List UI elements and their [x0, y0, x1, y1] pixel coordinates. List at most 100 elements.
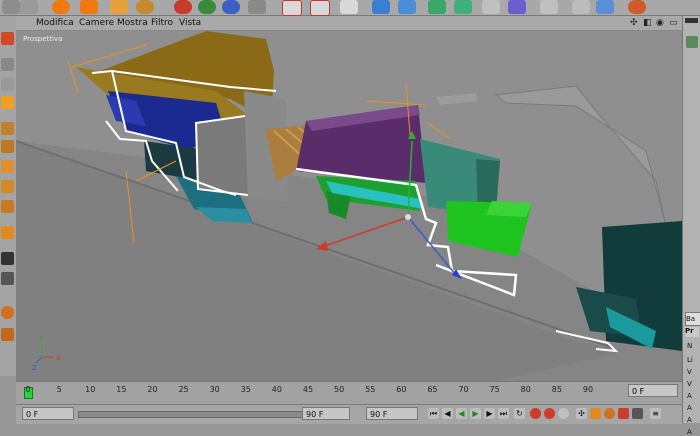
- x-axis-icon[interactable]: [174, 0, 192, 14]
- redo-icon[interactable]: [20, 0, 38, 14]
- deformer-icon[interactable]: [482, 0, 500, 14]
- camera-icon[interactable]: [540, 0, 558, 14]
- menu-camere[interactable]: Camere: [79, 18, 114, 28]
- world-coord-icon[interactable]: [248, 0, 266, 14]
- menu-filtro[interactable]: Filtro: [151, 18, 173, 28]
- z-axis-icon[interactable]: [222, 0, 240, 14]
- prop-row-1: N: [687, 342, 693, 350]
- timeline-tick-label: 65: [427, 385, 438, 394]
- prop-row-6: A: [687, 404, 692, 412]
- record-key-icon[interactable]: [530, 408, 541, 419]
- workplane-icon[interactable]: [1, 200, 14, 213]
- play-forward-icon[interactable]: ▶: [470, 408, 481, 419]
- viewport-rotate-icon[interactable]: ◉: [656, 18, 664, 28]
- timeline-tick-label: 20: [147, 385, 158, 394]
- axis-x-label: X: [56, 354, 61, 362]
- next-key-icon[interactable]: ▶: [484, 408, 495, 419]
- polygons-mode-icon[interactable]: [1, 140, 14, 153]
- paint-icon[interactable]: [628, 0, 646, 14]
- viewport-scene: Y X Z: [16, 31, 682, 381]
- cursor-icon[interactable]: [572, 0, 590, 14]
- timeline-tick-label: 75: [489, 385, 500, 394]
- edges-mode-icon[interactable]: [1, 122, 14, 135]
- uv-mode-icon[interactable]: [1, 160, 14, 173]
- attribute-tab[interactable]: Ba: [685, 312, 700, 326]
- soft-selection-icon[interactable]: [1, 306, 14, 319]
- right-panel: Ba Pr N Li V V A A A A: [682, 16, 700, 436]
- render-picture-viewer-icon[interactable]: [310, 0, 330, 16]
- move-icon[interactable]: [80, 0, 98, 14]
- timeline-tick-label: 60: [396, 385, 407, 394]
- axis-z-label: Z: [32, 364, 37, 372]
- snap-icon[interactable]: [1, 226, 14, 239]
- autokey-icon[interactable]: [544, 408, 555, 419]
- live-select-icon[interactable]: [52, 0, 70, 14]
- object-mode-icon[interactable]: [1, 78, 14, 91]
- points-mode-icon[interactable]: [1, 96, 14, 109]
- menu-vista[interactable]: Vista: [179, 18, 201, 28]
- timeline-tick-label: 10: [85, 385, 96, 394]
- texture-mode-icon[interactable]: [1, 180, 14, 193]
- menu-modifica[interactable]: Modifica: [36, 18, 74, 28]
- nurbs-icon[interactable]: [428, 0, 446, 14]
- timeline-tick-label: 35: [240, 385, 251, 394]
- viewport-maximize-icon[interactable]: ▭: [669, 18, 678, 28]
- 3d-viewport[interactable]: Y X Z Prospettiva: [16, 31, 682, 381]
- scene-icon[interactable]: [508, 0, 526, 14]
- rotate-icon[interactable]: [136, 0, 154, 14]
- prop-row-5: A: [687, 392, 692, 400]
- timeline-tick-label: 40: [271, 385, 282, 394]
- rotation-key-icon[interactable]: [604, 408, 615, 419]
- array-icon[interactable]: [454, 0, 472, 14]
- keyframe-selection-icon[interactable]: [558, 408, 569, 419]
- timeline-tick-label: 90: [582, 385, 594, 394]
- timeline-frame-field[interactable]: 0 F: [628, 384, 678, 397]
- parameter-key-icon[interactable]: [618, 408, 629, 419]
- axis-y-label: Y: [38, 335, 44, 343]
- current-frame-field[interactable]: 90 F: [366, 407, 418, 420]
- prop-row-3: V: [687, 368, 692, 376]
- timeline-tick-label: 70: [458, 385, 469, 394]
- go-to-end-icon[interactable]: ⏭: [498, 408, 509, 419]
- make-editable-icon[interactable]: [1, 32, 14, 45]
- scale-key-icon[interactable]: [590, 408, 601, 419]
- prop-row-2: Li: [687, 356, 693, 364]
- timeline-tick-label: 5: [56, 385, 62, 394]
- object-manager-icon[interactable]: [686, 36, 698, 48]
- viewport-menu: Modifica Camere Mostra Filtro Vista ✣ ◧ …: [16, 16, 682, 31]
- spline-icon[interactable]: [398, 0, 416, 14]
- y-axis-icon[interactable]: [198, 0, 216, 14]
- prop-row-4: V: [687, 380, 692, 388]
- left-toolbar: [0, 16, 17, 376]
- tweak-icon[interactable]: [1, 328, 14, 341]
- prev-key-icon[interactable]: ◀: [442, 408, 453, 419]
- start-frame-field[interactable]: 0 F: [22, 407, 74, 420]
- cube-icon[interactable]: [372, 0, 390, 14]
- playback-bar: 0 F 90 F 90 F ⏮ ◀ ◀ ▶ ▶ ⏭ ↻ ✣ ≡: [16, 404, 682, 424]
- menu-mostra[interactable]: Mostra: [117, 18, 148, 28]
- undo-icon[interactable]: [2, 0, 20, 14]
- go-to-start-icon[interactable]: ⏮: [428, 408, 439, 419]
- pla-key-icon[interactable]: [632, 408, 643, 419]
- loop-icon[interactable]: ↻: [514, 408, 525, 419]
- timeline-menu-icon[interactable]: ≡: [650, 408, 661, 419]
- viewport-move-icon[interactable]: ✣: [630, 18, 638, 28]
- render-view-icon[interactable]: [282, 0, 302, 16]
- end-frame-field[interactable]: 90 F: [302, 407, 350, 420]
- light-icon[interactable]: [596, 0, 614, 14]
- timeline[interactable]: 0 5 10 15 20 25 30 35 40 45 50 55 60 65 70 75 80 85 90 0 F: [16, 381, 682, 404]
- timeline-tick-label: 80: [520, 385, 531, 394]
- render-settings-icon[interactable]: [340, 0, 358, 14]
- scale-icon[interactable]: [110, 0, 128, 14]
- play-backward-icon[interactable]: ◀: [456, 408, 467, 419]
- grid-icon[interactable]: [1, 272, 14, 285]
- timeline-ruler: 0 5 10 15 20 25 30 35 40 45 50 55 60 65 70 75 80 85 90: [25, 382, 593, 402]
- position-key-icon[interactable]: ✣: [576, 408, 587, 419]
- panel-grip-icon: [685, 18, 698, 23]
- timeline-tick-label: 30: [209, 385, 220, 394]
- checker-icon[interactable]: [1, 252, 14, 265]
- viewport-zoom-icon[interactable]: ◧: [643, 18, 652, 28]
- model-mode-icon[interactable]: [1, 58, 14, 71]
- viewport-title: Prospettiva: [23, 35, 63, 43]
- properties-label: Pr: [685, 327, 699, 337]
